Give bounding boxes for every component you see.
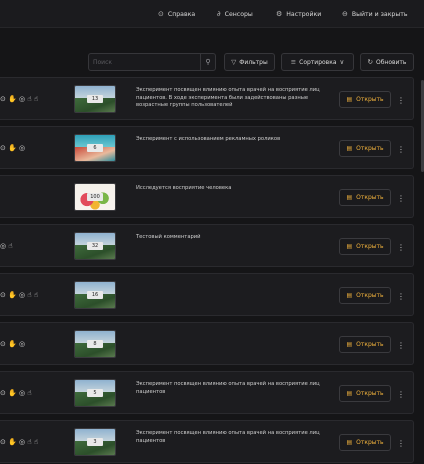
- more-options-icon[interactable]: ⋮: [397, 190, 405, 206]
- list-item: ⊙ ✋ ◎ ☝ ☝ 13 Эксперимент посвящен влияни…: [0, 77, 414, 120]
- sensors-link[interactable]: ∂ Сенсоры: [217, 8, 253, 20]
- thumbnail[interactable]: 13: [74, 85, 116, 113]
- stimulus-count-badge: 32: [87, 242, 103, 250]
- thumbnail[interactable]: 5: [74, 379, 116, 407]
- list-item: 100 Исследуется восприятие человека ▤ Отк…: [0, 175, 414, 218]
- thumbnail[interactable]: 16: [74, 281, 116, 309]
- sensor-icons: ◎ ☝: [0, 242, 13, 250]
- open-label: Открыть: [356, 292, 384, 299]
- list-item: ⊙ ✋ ◎ ☝ 5 Эксперимент посвящен влиянию о…: [0, 371, 414, 414]
- gear-icon: ⚙: [276, 10, 283, 18]
- top-bar: ⊙ Справка ∂ Сенсоры ⚙ Настройки ⊖ Выйти …: [0, 0, 424, 28]
- list-item: ⊙ ✋ ◎ ☝ ☝ 16 ▤ Открыть ⋮: [0, 273, 414, 316]
- folder-icon: ▤: [346, 341, 353, 348]
- refresh-icon: ↻: [367, 58, 373, 66]
- sensors-icon: ∂: [217, 10, 221, 18]
- search-box: ⚲: [88, 53, 216, 71]
- experiment-description: Исследуется восприятие человека: [136, 185, 232, 191]
- sensor-icons: ⊙ ✋ ◎: [0, 144, 26, 152]
- folder-icon: ▤: [346, 292, 353, 299]
- more-options-icon[interactable]: ⋮: [397, 141, 405, 157]
- logout-label: Выйти и закрыть: [351, 10, 408, 18]
- experiment-description: Эксперимент посвящен влиянию опыта враче…: [136, 87, 320, 109]
- logout-icon: ⊖: [342, 10, 348, 18]
- thumbnail[interactable]: 6: [74, 134, 116, 162]
- help-icon: ⊙: [158, 10, 164, 18]
- search-input[interactable]: [93, 56, 197, 69]
- more-options-icon[interactable]: ⋮: [397, 435, 405, 451]
- open-button[interactable]: ▤ Открыть: [339, 385, 391, 402]
- sort-label: Сортировка: [299, 58, 337, 66]
- list-item: ⊙ ✋ ◎ 8 ▤ Открыть ⋮: [0, 322, 414, 365]
- folder-icon: ▤: [346, 96, 353, 103]
- more-options-icon[interactable]: ⋮: [397, 288, 405, 304]
- more-options-icon[interactable]: ⋮: [397, 92, 405, 108]
- refresh-label: Обновить: [375, 58, 407, 66]
- stimulus-count-badge: 5: [87, 389, 103, 397]
- thumbnail[interactable]: 3: [74, 428, 116, 456]
- logout-link[interactable]: ⊖ Выйти и закрыть: [342, 8, 408, 20]
- chevron-down-icon: ∨: [339, 58, 345, 66]
- more-options-icon[interactable]: ⋮: [397, 239, 405, 255]
- open-button[interactable]: ▤ Открыть: [339, 434, 391, 451]
- open-label: Открыть: [356, 145, 384, 152]
- experiment-description: Тестовый комментарий: [136, 234, 201, 240]
- more-options-icon[interactable]: ⋮: [397, 386, 405, 402]
- open-label: Открыть: [356, 390, 384, 397]
- search-icon[interactable]: ⚲: [200, 54, 215, 70]
- open-button[interactable]: ▤ Открыть: [339, 287, 391, 304]
- open-label: Открыть: [356, 194, 384, 201]
- open-button[interactable]: ▤ Открыть: [339, 189, 391, 206]
- help-label: Справка: [167, 10, 196, 18]
- open-button[interactable]: ▤ Открыть: [339, 91, 391, 108]
- open-button[interactable]: ▤ Открыть: [339, 238, 391, 255]
- toolbar: ⚲ ▽ Фильтры ≡ Сортировка ∨ ↻ Обновить: [0, 53, 424, 73]
- experiment-description: Эксперимент посвящен влиянию опыта враче…: [136, 430, 320, 444]
- sensor-icons: ⊙ ✋ ◎ ☝ ☝: [0, 291, 39, 299]
- refresh-button[interactable]: ↻ Обновить: [360, 53, 414, 71]
- folder-icon: ▤: [346, 439, 353, 446]
- filters-button[interactable]: ▽ Фильтры: [224, 53, 275, 71]
- sensor-icons: ⊙ ✋ ◎ ☝: [0, 389, 32, 397]
- filter-icon: ▽: [231, 58, 237, 66]
- experiment-description: Эксперимент с использованием рекламных р…: [136, 136, 281, 142]
- stimulus-count-badge: 3: [87, 438, 103, 446]
- open-label: Открыть: [356, 243, 384, 250]
- filters-label: Фильтры: [239, 58, 268, 66]
- more-options-icon[interactable]: ⋮: [397, 337, 405, 353]
- sort-icon: ≡: [290, 58, 297, 66]
- folder-icon: ▤: [346, 145, 353, 152]
- open-button[interactable]: ▤ Открыть: [339, 336, 391, 353]
- stimulus-count-badge: 16: [87, 291, 103, 299]
- open-label: Открыть: [356, 439, 384, 446]
- thumbnail[interactable]: 100: [74, 183, 116, 211]
- settings-link[interactable]: ⚙ Настройки: [276, 8, 321, 20]
- stimulus-count-badge: 100: [87, 193, 103, 201]
- open-label: Открыть: [356, 341, 384, 348]
- list-item: ⊙ ✋ ◎ ☝ ☝ 3 Эксперимент посвящен влиянию…: [0, 420, 414, 463]
- sensor-icons: ⊙ ✋ ◎: [0, 340, 26, 348]
- list-item: ⊙ ✋ ◎ 6 Эксперимент с использованием рек…: [0, 126, 414, 169]
- sensor-icons: ⊙ ✋ ◎ ☝ ☝: [0, 438, 39, 446]
- sensor-icons: ⊙ ✋ ◎ ☝ ☝: [0, 95, 39, 103]
- folder-icon: ▤: [346, 194, 353, 201]
- thumbnail[interactable]: 32: [74, 232, 116, 260]
- settings-label: Настройки: [286, 10, 322, 18]
- list-item: ◎ ☝ 32 Тестовый комментарий ▤ Открыть ⋮: [0, 224, 414, 267]
- sensors-label: Сенсоры: [224, 10, 253, 18]
- open-label: Открыть: [356, 96, 384, 103]
- folder-icon: ▤: [346, 390, 353, 397]
- stimulus-count-badge: 13: [87, 95, 103, 103]
- thumbnail[interactable]: 8: [74, 330, 116, 358]
- stimulus-count-badge: 6: [87, 144, 103, 152]
- folder-icon: ▤: [346, 243, 353, 250]
- header-area: [0, 29, 424, 49]
- stimulus-count-badge: 8: [87, 340, 103, 348]
- experiment-description: Эксперимент посвящен влиянию опыта враче…: [136, 381, 320, 395]
- sort-button[interactable]: ≡ Сортировка ∨: [281, 53, 354, 71]
- scrollbar[interactable]: [420, 80, 424, 458]
- open-button[interactable]: ▤ Открыть: [339, 140, 391, 157]
- help-link[interactable]: ⊙ Справка: [158, 8, 195, 20]
